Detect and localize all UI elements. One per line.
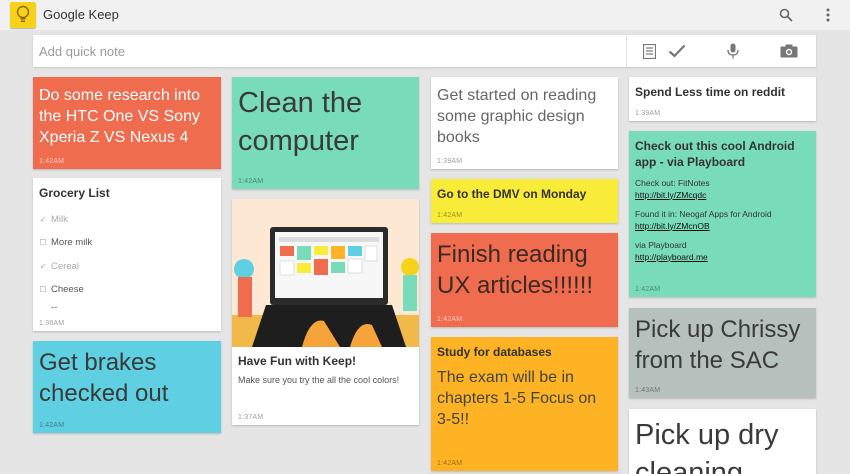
note-card-grocery-list[interactable]: Grocery List ✓ Milk ☐ More milk ✓ Cereal ☐ C… [33,178,221,331]
note-card-ux-articles[interactable]: Finish reading UX articles!!!!!! 1:42AM [431,233,618,327]
note-timestamp: 1:38AM [39,320,65,327]
checkmark-icon[interactable]: ✓ [39,208,47,232]
note-card-android-app[interactable]: Check out this cool Android app - via Pl… [629,131,816,297]
note-line: Check out: FitNotes [635,178,710,189]
quick-note-bar [33,35,816,67]
note-link[interactable]: http://playboard.me [635,252,708,262]
note-card-htc-research[interactable]: Do some research into the HTC One VS Son… [33,77,221,169]
note-text: Make sure you try the all the cool color… [238,375,400,385]
photo-note-button[interactable] [767,35,811,67]
overflow-menu-button[interactable] [817,5,839,25]
note-title: Have Fun with Keep! [238,354,357,368]
note-title: Study for databases [437,345,552,359]
microphone-icon [727,43,739,59]
app-bar: Google Keep [0,0,850,30]
checkbox-icon[interactable]: ☐ [39,278,47,302]
note-card-study-databases[interactable]: Study for databases The exam will be in … [431,337,618,471]
laptop-illustration [232,199,419,347]
note-text: Check out: FitNotes http://bit.ly/ZMcqdc… [629,170,816,263]
list-item[interactable]: -- [39,302,215,314]
note-card-graphic-design-books[interactable]: Get started on reading some graphic desi… [431,77,618,169]
quick-note-input[interactable] [33,35,588,67]
note-text: The exam will be in chapters 1-5 Focus o… [437,368,597,428]
note-card-clean-computer[interactable]: Clean the computer 1:42AM [232,77,419,189]
note-text: Spend Less time on reddit [635,85,786,99]
list-note-icon [642,43,656,59]
list-item[interactable]: ✓ Cereal [39,255,215,279]
note-text: Get brakes checked out [39,349,169,408]
list-item[interactable]: ☐ Cheese [39,278,215,302]
search-icon [779,8,793,22]
note-card-pick-up-chrissy[interactable]: Pick up Chrissy from the SAC 1:43AM [629,308,816,398]
lightbulb-icon[interactable] [10,2,36,28]
note-timestamp: 1:42AM [437,316,463,323]
note-title: Check out this cool Android app - via Pl… [635,139,795,169]
checklist: ✓ Milk ☐ More milk ✓ Cereal ☐ Cheese -- [33,208,221,314]
note-link[interactable]: http://bit.ly/ZMcqdc [635,190,706,200]
note-card-brakes[interactable]: Get brakes checked out 1:42AM [33,341,221,433]
note-text: Clean the computer [238,87,363,157]
voice-note-button[interactable] [711,35,755,67]
new-checklist-button[interactable] [655,35,699,67]
list-item[interactable]: ☐ More milk [39,231,215,255]
app-title: Google Keep [43,7,119,22]
note-timestamp: 1:42AM [635,286,661,293]
note-title: Grocery List [39,186,110,200]
note-timestamp: 1:39AM [437,158,463,165]
note-line: Found it in: Neogaf Apps for Android [635,209,772,220]
note-card-reddit[interactable]: Spend Less time on reddit 1:39AM [629,77,816,121]
note-card-have-fun-with-keep[interactable]: Have Fun with Keep! Make sure you try th… [232,199,419,425]
note-timestamp: 1:42AM [437,212,463,219]
checkmark-icon[interactable]: ✓ [39,255,47,279]
list-item[interactable]: ✓ Milk [39,208,215,232]
note-timestamp: 1:39AM [635,110,661,117]
checkbox-icon[interactable]: ☐ [39,231,47,255]
laptop-illustration-icon [232,199,419,347]
note-line: via Playboard [635,240,687,251]
search-button[interactable] [775,5,797,25]
camera-icon [780,44,798,58]
note-text: Go to the DMV on Monday [437,187,587,201]
note-card-dry-cleaning[interactable]: Pick up dry cleaning [629,409,816,474]
note-timestamp: 1:42AM [39,422,65,429]
note-text: Do some research into the HTC One VS Son… [39,87,200,147]
note-timestamp: 1:42AM [437,460,463,467]
note-timestamp: 1:37AM [238,414,264,421]
note-timestamp: 1:42AM [238,178,264,185]
note-text: Pick up Chrissy from the SAC [635,316,801,375]
note-timestamp: 1:43AM [635,387,661,394]
note-link[interactable]: http://bit.ly/ZMcnOB [635,221,710,231]
overflow-menu-icon [826,8,830,22]
note-text: Pick up dry cleaning [635,419,779,474]
checkmark-icon [668,44,686,58]
note-timestamp: 1:42AM [39,158,65,165]
note-text: Get started on reading some graphic desi… [437,87,597,147]
note-text: Finish reading UX articles!!!!!! [437,241,594,300]
note-card-dmv[interactable]: Go to the DMV on Monday 1:42AM [431,179,618,223]
